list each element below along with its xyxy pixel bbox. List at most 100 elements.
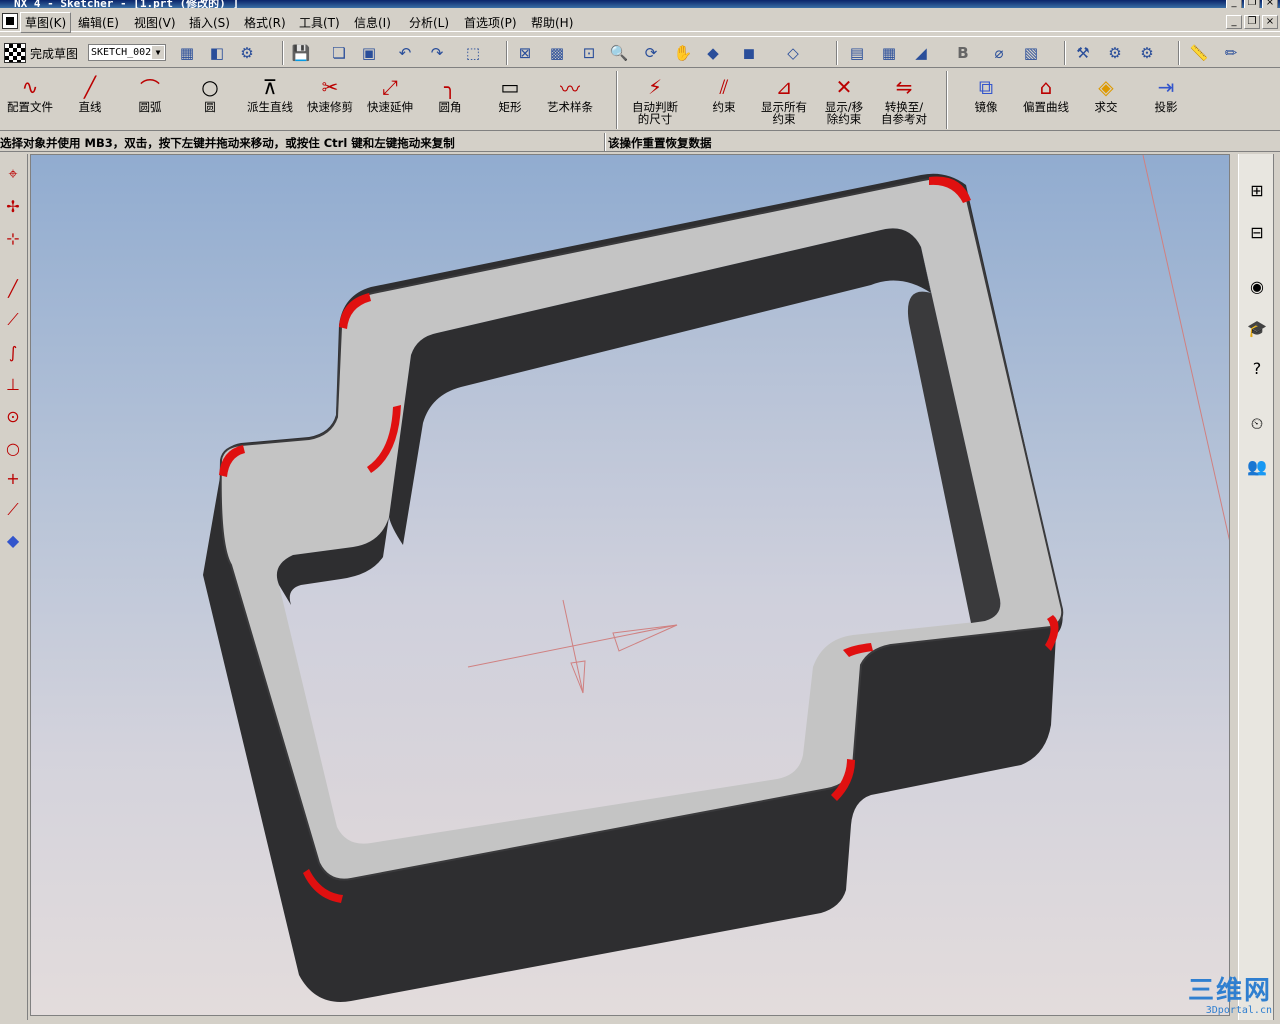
layer-icon[interactable]: ▤ xyxy=(846,42,868,64)
brush-icon[interactable]: ⟋ xyxy=(2,498,24,522)
tool-show-all-constraints[interactable]: ⊿ 显示所有 约束 xyxy=(752,73,816,129)
tool-rectangle[interactable]: ▭ 矩形 xyxy=(478,73,542,129)
point-icon[interactable]: ⌖ xyxy=(2,162,24,186)
ruler-icon[interactable]: 📏 xyxy=(1188,42,1210,64)
sketch-circle-icon[interactable]: ○ xyxy=(2,436,24,460)
selection-icon[interactable]: ⬚ xyxy=(462,42,484,64)
pencil-icon[interactable]: ✏ xyxy=(1220,42,1242,64)
cross-point-icon[interactable]: + xyxy=(2,466,24,490)
measure-icon[interactable]: ⌀ xyxy=(988,42,1010,64)
tool-convert-reference[interactable]: ⇋ 转换至/ 自参考对 xyxy=(872,73,936,129)
sketch-name-select[interactable]: SKETCH_002 ▼ xyxy=(88,44,166,61)
restore-button[interactable]: ❐ xyxy=(1244,0,1260,8)
tool-inferred-dimension[interactable]: ⚡ 自动判断 的尺寸 xyxy=(620,73,690,129)
tool-studio-spline[interactable]: 〰 艺术样条 xyxy=(538,73,602,129)
minimize-button[interactable]: _ xyxy=(1226,0,1242,8)
rotate-icon[interactable]: ⟳ xyxy=(640,42,662,64)
menu-help[interactable]: 帮助(H) xyxy=(527,13,577,32)
menu-format[interactable]: 格式(R) xyxy=(240,13,290,32)
center-point-icon[interactable]: ⊙ xyxy=(2,404,24,428)
menu-analysis[interactable]: 分析(L) xyxy=(405,13,453,32)
part-navigator-icon[interactable]: ⊟ xyxy=(1243,218,1271,246)
graphics-window[interactable] xyxy=(30,154,1230,1016)
menu-tools[interactable]: 工具(T) xyxy=(295,13,344,32)
shaded-view-icon[interactable]: ◼ xyxy=(738,42,760,64)
grid-icon[interactable]: ▦ xyxy=(878,42,900,64)
surface-icon[interactable]: ▧ xyxy=(1020,42,1042,64)
doc-restore-button[interactable]: ❐ xyxy=(1244,15,1260,29)
help-icon[interactable]: ? xyxy=(1243,354,1271,382)
tool-profile[interactable]: ∿ 配置文件 xyxy=(0,73,62,129)
fit-icon[interactable]: ⊠ xyxy=(514,42,536,64)
web-browser-icon[interactable]: ◉ xyxy=(1243,272,1271,300)
tool-mirror[interactable]: ⧉ 镜像 xyxy=(954,73,1018,129)
hide-icon[interactable]: ◢ xyxy=(910,42,932,64)
sketch-line2-icon[interactable]: ⟋ xyxy=(2,308,24,332)
rectangle-icon: ▭ xyxy=(500,75,520,99)
tool-constraints[interactable]: ⫽ 约束 xyxy=(692,73,756,129)
point-set-icon[interactable]: ✢ xyxy=(2,194,24,218)
doc-minimize-button[interactable]: _ xyxy=(1226,15,1242,29)
sketch-curve-icon[interactable]: ∫ xyxy=(2,340,24,364)
assembly-icon[interactable]: ⚒ xyxy=(1072,42,1094,64)
tool-show-remove-constraints[interactable]: ✕ 显示/移 除约束 xyxy=(812,73,876,129)
cube-icon[interactable]: ◆ xyxy=(2,528,24,552)
tangent-icon[interactable]: ⊥ xyxy=(2,372,24,396)
menu-sketch[interactable]: 草图(K) xyxy=(20,12,72,33)
tool-project[interactable]: ⇥ 投影 xyxy=(1134,73,1198,129)
chevron-down-icon: ▼ xyxy=(152,46,164,59)
tool-quick-extend[interactable]: ⤢ 快速延伸 xyxy=(358,73,422,129)
app-icon[interactable] xyxy=(2,13,18,29)
window-title: NX 4 - Sketcher - [1.prt (修改的) ] xyxy=(14,0,240,8)
pan-icon[interactable]: ✋ xyxy=(672,42,694,64)
history-icon[interactable]: ⏲ xyxy=(1243,410,1271,438)
show-all-constraints-icon: ⊿ xyxy=(775,75,793,99)
paste-icon[interactable]: ▣ xyxy=(358,42,380,64)
menu-insert[interactable]: 插入(S) xyxy=(185,13,234,32)
part-model xyxy=(203,155,1229,1002)
zoom-window-icon[interactable]: ▩ xyxy=(546,42,568,64)
tool-line[interactable]: ╱ 直线 xyxy=(58,73,122,129)
attach-sketch-icon[interactable]: ▦ xyxy=(176,42,198,64)
watermark-logo: 三维网 3Dportal.cn xyxy=(1187,976,1272,1016)
tool-arc[interactable]: ⌒ 圆弧 xyxy=(118,73,182,129)
perspective-icon[interactable]: ◆ xyxy=(702,42,724,64)
constraints-icon: ⫽ xyxy=(719,75,729,99)
constraint-icon[interactable]: ⚙ xyxy=(1136,42,1158,64)
bold-b-icon[interactable]: B xyxy=(952,42,974,64)
snap-point-icon[interactable]: ⊹ xyxy=(2,226,24,250)
studio-spline-icon: 〰 xyxy=(560,76,580,101)
undo-icon[interactable]: ↶ xyxy=(394,42,416,64)
copy-icon[interactable]: ❏ xyxy=(328,42,350,64)
menu-info[interactable]: 信息(I) xyxy=(350,13,395,32)
quick-trim-icon: ✂ xyxy=(321,75,339,99)
finish-sketch-button[interactable]: 完成草图 xyxy=(4,41,78,65)
menu-view[interactable]: 视图(V) xyxy=(130,13,180,32)
tool-offset-curve[interactable]: ⌂ 偏置曲线 xyxy=(1014,73,1078,129)
zoom-area-icon[interactable]: ⊡ xyxy=(578,42,600,64)
tool-quick-trim[interactable]: ✂ 快速修剪 xyxy=(298,73,362,129)
sketch-name-value: SKETCH_002 xyxy=(91,47,152,58)
view-orientation-icon[interactable]: ◇ xyxy=(782,42,804,64)
doc-close-button[interactable]: × xyxy=(1262,15,1278,29)
tool-circle[interactable]: ○ 圆 xyxy=(178,73,242,129)
save-icon[interactable]: 💾 xyxy=(290,42,312,64)
orient-view-icon[interactable]: ⚙ xyxy=(236,42,258,64)
menu-edit[interactable]: 编辑(E) xyxy=(74,13,123,32)
sketch-toolbar: ∿ 配置文件 ╱ 直线 ⌒ 圆弧 ○ 圆 ⊼ 派生直线 ✂ 快速修剪 ⤢ 快速延… xyxy=(0,69,1280,131)
tool-derived-line[interactable]: ⊼ 派生直线 xyxy=(238,73,302,129)
checkered-flag-icon xyxy=(4,43,26,63)
training-icon[interactable]: 🎓 xyxy=(1243,314,1271,342)
zoom-icon[interactable]: 🔍 xyxy=(608,42,630,64)
close-button[interactable]: × xyxy=(1262,0,1278,8)
assembly-navigator-icon[interactable]: ⊞ xyxy=(1243,176,1271,204)
reattach-icon[interactable]: ◧ xyxy=(206,42,228,64)
roles-icon[interactable]: 👥 xyxy=(1243,452,1271,480)
profile-icon: ∿ xyxy=(21,75,39,99)
redo-icon[interactable]: ↷ xyxy=(426,42,448,64)
component-icon[interactable]: ⚙ xyxy=(1104,42,1126,64)
sketch-line-icon[interactable]: ╱ xyxy=(2,276,24,300)
tool-intersect[interactable]: ◈ 求交 xyxy=(1074,73,1138,129)
menu-preferences[interactable]: 首选项(P) xyxy=(460,13,521,32)
tool-fillet[interactable]: ╮ 圆角 xyxy=(418,73,482,129)
